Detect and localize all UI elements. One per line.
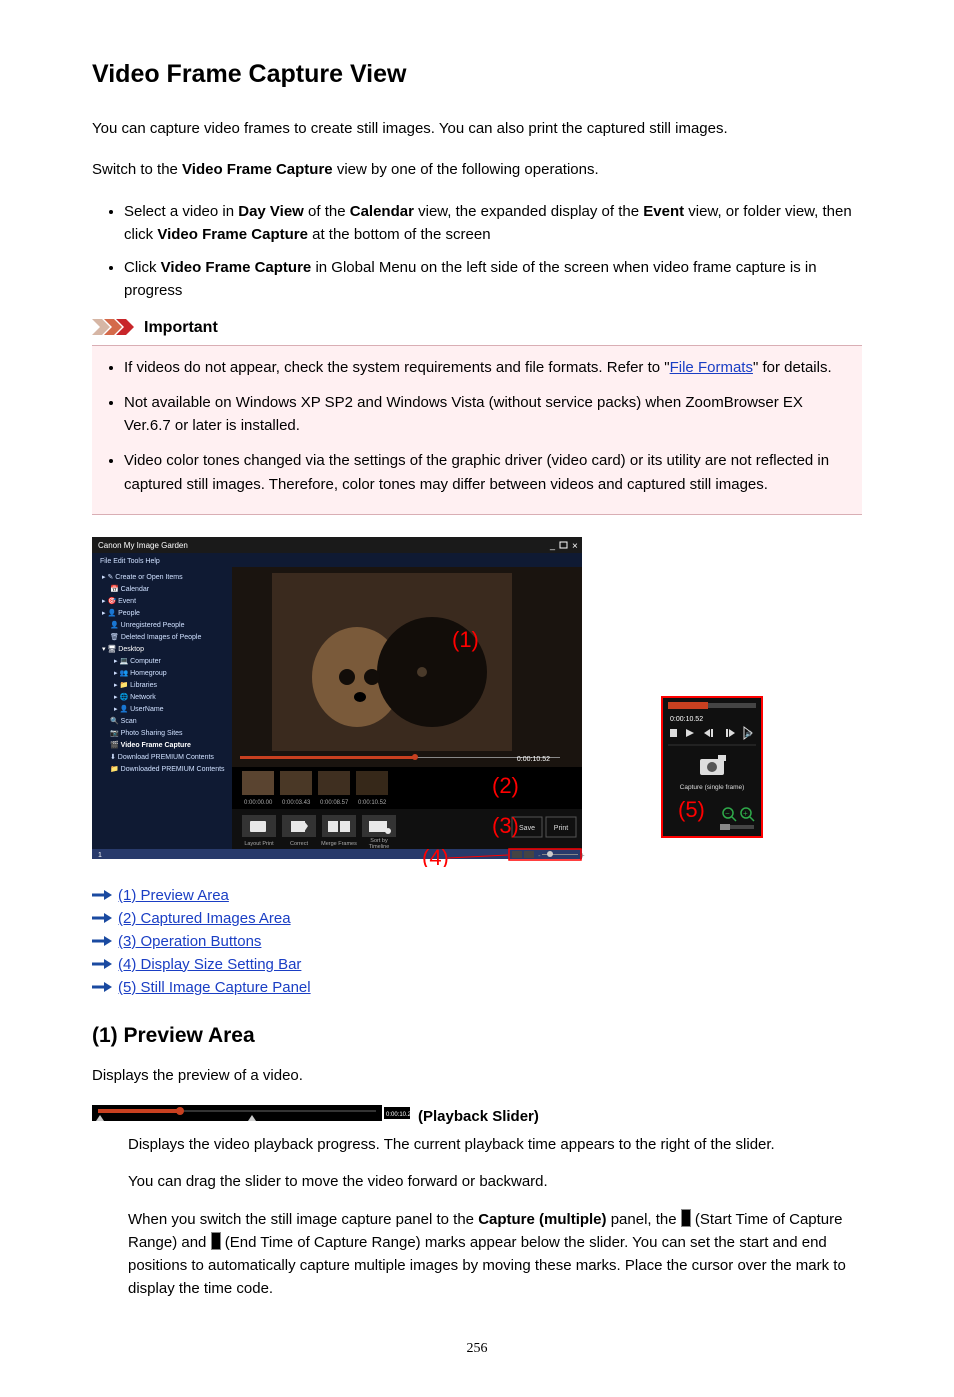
svg-text:🗑 Deleted Images of People: 🗑 Deleted Images of People	[110, 632, 201, 641]
arrow-right-icon	[92, 980, 112, 994]
svg-text:-: -	[538, 851, 541, 860]
svg-text:0:00:03.43: 0:00:03.43	[282, 800, 311, 806]
svg-text:+: +	[743, 809, 748, 818]
svg-text:📁 Downloaded PREMIUM Contents: 📁 Downloaded PREMIUM Contents	[110, 765, 225, 773]
svg-text:1: 1	[98, 852, 102, 859]
svg-text:▾ 🖥 Desktop: ▾ 🖥 Desktop	[102, 645, 144, 653]
anchor-captured-images-area[interactable]: (2) Captured Images Area	[118, 910, 291, 927]
svg-text:0:00:00.00: 0:00:00.00	[244, 800, 273, 806]
svg-text:File Edit Tools Help: File Edit Tools Help	[100, 558, 160, 565]
section-anchor-list: (1) Preview Area (2) Captured Images Are…	[92, 887, 862, 996]
svg-text:Layout Print: Layout Print	[244, 841, 274, 847]
anchor-still-image-capture-panel[interactable]: (5) Still Image Capture Panel	[118, 979, 311, 996]
svg-text:(3): (3)	[492, 813, 519, 838]
important-heading: Important	[92, 319, 862, 337]
svg-text:▸ 👥 Homegroup: ▸ 👥 Homegroup	[114, 670, 167, 677]
section-1-desc: Displays the preview of a video.	[92, 1064, 862, 1087]
list-item: (3) Operation Buttons	[92, 933, 862, 950]
arrow-right-icon	[92, 957, 112, 971]
svg-text:🎬 Video Frame Capture: 🎬 Video Frame Capture	[110, 740, 191, 749]
svg-text:−: −	[725, 809, 730, 818]
anchor-display-size-setting-bar[interactable]: (4) Display Size Setting Bar	[118, 956, 301, 973]
list-item: (5) Still Image Capture Panel	[92, 979, 862, 996]
list-item: If videos do not appear, check the syste…	[124, 356, 848, 379]
svg-text:▸ 💻 Computer: ▸ 💻 Computer	[114, 657, 162, 665]
intro-paragraph-1: You can capture video frames to create s…	[92, 117, 862, 140]
page-number: 256	[92, 1341, 862, 1357]
svg-text:Merge Frames: Merge Frames	[321, 841, 357, 847]
svg-text:Timeline: Timeline	[369, 844, 390, 850]
page-title: Video Frame Capture View	[92, 60, 862, 89]
intro-paragraph-2: Switch to the Video Frame Capture view b…	[92, 158, 862, 181]
arrow-right-icon	[92, 911, 112, 925]
svg-text:📅 Calendar: 📅 Calendar	[110, 584, 150, 593]
svg-text:▸ 🌐 Network: ▸ 🌐 Network	[114, 692, 156, 701]
playback-slider-label: (Playback Slider)	[418, 1108, 539, 1125]
svg-text:Print: Print	[554, 825, 568, 832]
section-1-title: (1) Preview Area	[92, 1024, 862, 1048]
svg-text:Save: Save	[519, 825, 535, 832]
svg-text:▸ 📁 Libraries: ▸ 📁 Libraries	[114, 681, 157, 689]
important-label: Important	[144, 319, 218, 337]
list-item: (1) Preview Area	[92, 887, 862, 904]
svg-text:▸ 👤 UserName: ▸ 👤 UserName	[114, 704, 164, 713]
svg-text:×: ×	[572, 541, 578, 552]
svg-text:0:00:10.52: 0:00:10.52	[670, 716, 703, 723]
svg-text:Correct: Correct	[290, 841, 309, 847]
end-range-mark-icon	[211, 1232, 221, 1250]
arrow-right-icon	[92, 934, 112, 948]
playback-slider-heading: 0:00:10.29 (Playback Slider)	[92, 1105, 862, 1127]
svg-text:⬇ Download PREMIUM Contents: ⬇ Download PREMIUM Contents	[110, 753, 214, 761]
svg-text:🔍 Scan: 🔍 Scan	[110, 716, 137, 725]
list-item: Video color tones changed via the settin…	[124, 449, 848, 496]
playback-slider-description: Displays the video playback progress. Th…	[128, 1133, 862, 1301]
svg-text:📷 Photo Sharing Sites: 📷 Photo Sharing Sites	[110, 729, 183, 737]
svg-text:▸ 👤 People: ▸ 👤 People	[102, 608, 140, 617]
svg-text:_: _	[549, 540, 556, 550]
app-screenshot: Canon My Image Garden _ × File Edit Tool…	[92, 537, 862, 867]
list-item: Click Video Frame Capture in Global Menu…	[124, 256, 862, 303]
svg-text:(1): (1)	[452, 627, 479, 652]
svg-text:0:00:08.57: 0:00:08.57	[320, 800, 349, 806]
list-item: (2) Captured Images Area	[92, 910, 862, 927]
svg-text:Capture (single frame): Capture (single frame)	[680, 784, 745, 791]
svg-text:0:00:10.52: 0:00:10.52	[517, 756, 550, 763]
svg-text:(2): (2)	[492, 773, 519, 798]
anchor-operation-buttons[interactable]: (3) Operation Buttons	[118, 933, 261, 950]
file-formats-link[interactable]: File Formats	[670, 359, 753, 376]
app-title: Canon My Image Garden	[98, 541, 188, 550]
svg-text:👤 Unregistered People: 👤 Unregistered People	[110, 620, 185, 629]
list-item: Not available on Windows XP SP2 and Wind…	[124, 391, 848, 438]
svg-text:(4): (4)	[422, 845, 449, 867]
svg-text:🔊: 🔊	[745, 730, 753, 738]
operation-list: Select a video in Day View of the Calend…	[92, 200, 862, 303]
svg-text:0:00:10.52: 0:00:10.52	[358, 800, 387, 806]
svg-text:▸ ✎ Create or Open Items: ▸ ✎ Create or Open Items	[102, 574, 183, 581]
svg-text:0:00:10.29: 0:00:10.29	[386, 1112, 412, 1118]
anchor-preview-area[interactable]: (1) Preview Area	[118, 887, 229, 904]
important-chevrons-icon	[92, 319, 138, 337]
svg-text:▸ 🎯 Event: ▸ 🎯 Event	[102, 596, 136, 605]
list-item: Select a video in Day View of the Calend…	[124, 200, 862, 247]
start-range-mark-icon	[681, 1209, 691, 1227]
playback-slider-icon: 0:00:10.29	[92, 1105, 412, 1127]
svg-text:(5): (5)	[678, 797, 705, 822]
important-box: If videos do not appear, check the syste…	[92, 345, 862, 515]
list-item: (4) Display Size Setting Bar	[92, 956, 862, 973]
arrow-right-icon	[92, 888, 112, 902]
